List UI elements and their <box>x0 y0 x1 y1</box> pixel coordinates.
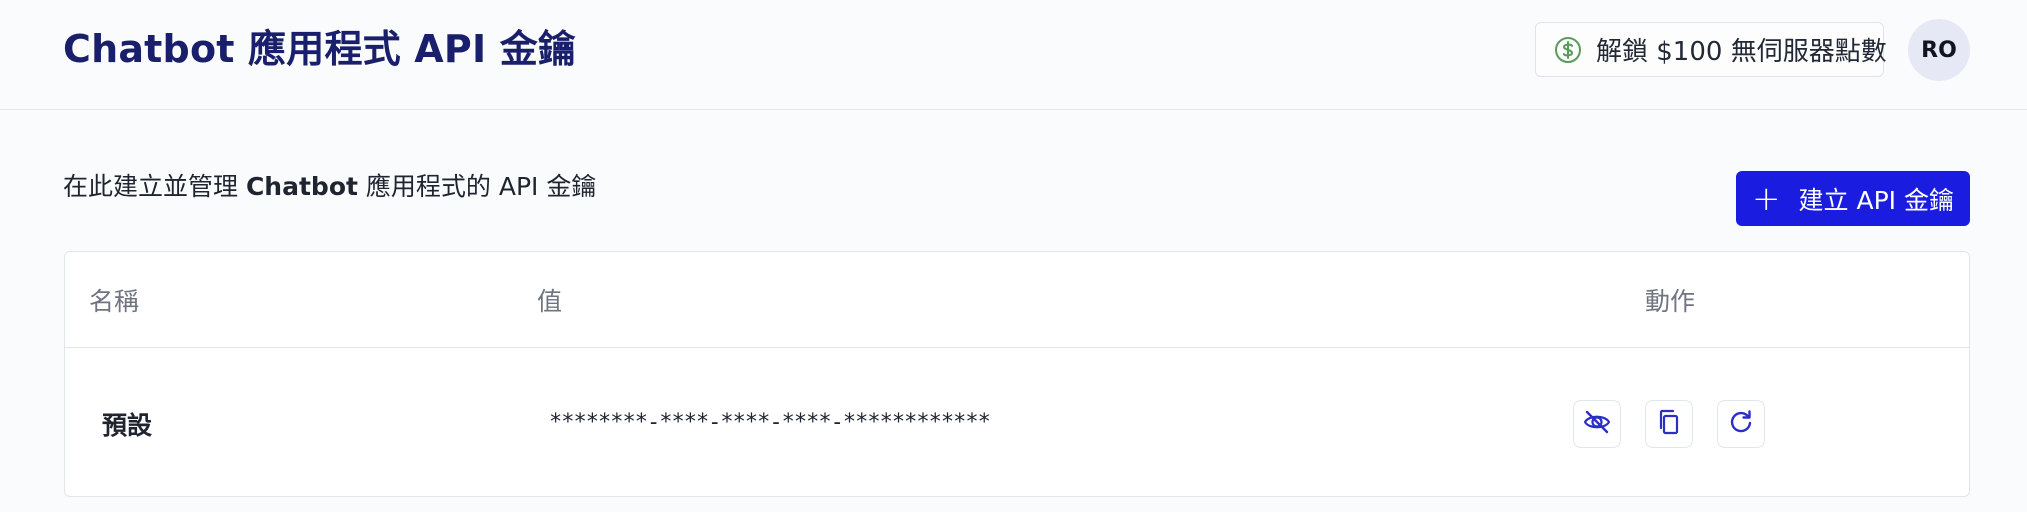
regenerate-key-button[interactable] <box>1717 400 1765 448</box>
table-row: 預設 ********-****-****-****-************ <box>65 348 1969 496</box>
copy-key-button[interactable] <box>1645 400 1693 448</box>
dollar-circle-icon <box>1554 35 1582 65</box>
user-avatar[interactable]: RO <box>1908 19 1970 81</box>
api-key-value: ********-****-****-****-************ <box>549 410 991 435</box>
refresh-icon <box>1726 407 1756 441</box>
eye-off-icon <box>1582 407 1612 441</box>
toggle-visibility-button[interactable] <box>1573 400 1621 448</box>
create-api-key-button[interactable]: + 建立 API 金鑰 <box>1736 171 1970 226</box>
column-header-actions: 動作 <box>1645 287 1696 316</box>
page-title: Chatbot 應用程式 API 金鑰 <box>63 27 577 71</box>
description-suffix: 應用程式的 API 金鑰 <box>357 172 597 201</box>
copy-icon <box>1654 407 1684 441</box>
create-api-key-label: 建立 API 金鑰 <box>1798 185 1954 215</box>
column-header-name: 名稱 <box>89 287 140 316</box>
page-description: 在此建立並管理 Chatbot 應用程式的 API 金鑰 <box>63 170 596 204</box>
top-header: Chatbot 應用程式 API 金鑰 解鎖 $100 無伺服器點數 RO <box>0 0 2027 110</box>
api-keys-table: 名稱 值 動作 預設 ********-****-****-****-*****… <box>64 251 1970 497</box>
table-header: 名稱 值 動作 <box>65 252 1969 348</box>
column-header-value: 值 <box>537 287 563 316</box>
unlock-credits-label: 解鎖 $100 無伺服器點數 <box>1596 37 1887 67</box>
description-bold: Chatbot <box>245 172 358 201</box>
api-key-name: 預設 <box>102 411 153 440</box>
description-prefix: 在此建立並管理 <box>63 172 246 201</box>
unlock-credits-button[interactable]: 解鎖 $100 無伺服器點數 <box>1535 22 1887 77</box>
plus-icon: + <box>1752 178 1781 219</box>
